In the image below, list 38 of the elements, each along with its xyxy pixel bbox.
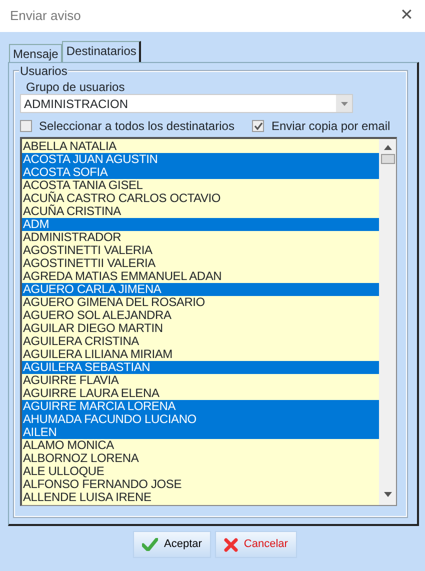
user-list-item[interactable]: AGUIRRE LAURA ELENA	[22, 387, 379, 400]
accept-button[interactable]: Aceptar	[133, 531, 211, 558]
window-title: Enviar aviso	[10, 7, 81, 26]
checkbox-label: Seleccionar a todos los destinatarios	[39, 118, 234, 135]
user-list-item[interactable]: AGUERO SOL ALEJANDRA	[22, 309, 379, 322]
field-label: Grupo de usuarios	[26, 80, 126, 94]
user-list-item[interactable]: AGUILERA CRISTINA	[22, 335, 379, 348]
user-list-item[interactable]: ACUÑA CASTRO CARLOS OCTAVIO	[22, 192, 379, 205]
user-list-item[interactable]: AGOSTINETTI VALERIA	[22, 244, 379, 257]
user-list-item[interactable]: ALAMO MONICA	[22, 439, 379, 452]
checkbox-label: Enviar copia por email	[271, 118, 390, 135]
user-list-item[interactable]: AGUERO GIMENA DEL ROSARIO	[22, 296, 379, 309]
user-list-item[interactable]: ABELLA NATALIA	[22, 140, 379, 153]
user-list-item[interactable]: ADM	[22, 218, 379, 231]
user-list-item[interactable]: AILEN	[22, 426, 379, 439]
cancel-button[interactable]: Cancelar	[214, 531, 297, 558]
tab[interactable]: Mensaje	[9, 44, 62, 62]
tab[interactable]: Destinatarios	[62, 41, 142, 62]
user-list-item[interactable]: ALBORNOZ LORENA	[22, 452, 379, 465]
group-dropdown[interactable]: ADMINISTRACION	[20, 94, 353, 113]
close-button[interactable]: ✕	[398, 8, 415, 24]
user-list-item[interactable]: ALE ULLOQUE	[22, 465, 379, 478]
user-list-item[interactable]: AGUERO CARLA JIMENA	[22, 283, 379, 296]
user-list-item[interactable]: ALFONSO FERNANDO JOSE	[22, 478, 379, 491]
user-list-item[interactable]: ALLENDE LUISA IRENE	[22, 491, 379, 504]
user-list-item[interactable]: AGUIRRE FLAVIA	[22, 374, 379, 387]
user-list-item[interactable]: AGOSTINETTII VALERIA	[22, 257, 379, 270]
user-list-item[interactable]: AGREDA MATIAS EMMANUEL ADAN	[22, 270, 379, 283]
user-list-item[interactable]: ADMINISTRADOR	[22, 231, 379, 244]
user-list-item[interactable]: AGUILAR DIEGO MARTIN	[22, 322, 379, 335]
user-list-item[interactable]: AHUMADA FACUNDO LUCIANO	[22, 413, 379, 426]
user-list-item[interactable]: ACOSTA JUAN AGUSTIN	[22, 153, 379, 166]
user-list-item[interactable]: AGUILERA LILIANA MIRIAM	[22, 348, 379, 361]
user-list-item[interactable]: ACUÑA CRISTINA	[22, 205, 379, 218]
user-list-item[interactable]: ACOSTA SOFIA	[22, 166, 379, 179]
user-list-item[interactable]: AGUILERA SEBASTIAN	[22, 361, 379, 374]
user-list-item[interactable]: ACOSTA TANIA GISEL	[22, 179, 379, 192]
user-list-item[interactable]: AGUIRRE MARCIA LORENA	[22, 400, 379, 413]
